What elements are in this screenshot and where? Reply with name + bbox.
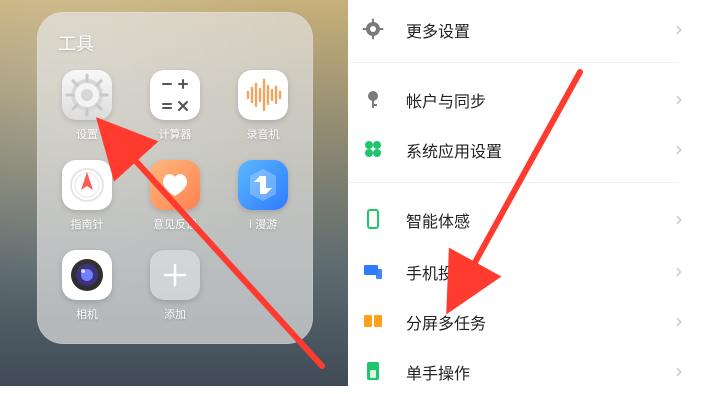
chevron-right-icon: › bbox=[675, 207, 683, 231]
cast-screen-icon bbox=[362, 260, 384, 282]
app-settings[interactable]: 设置 bbox=[47, 70, 127, 162]
key-icon bbox=[362, 88, 384, 110]
one-hand-icon bbox=[362, 360, 384, 382]
settings-item-screen-cast[interactable]: 手机投屏 › bbox=[348, 248, 706, 294]
settings-item-smart-motion[interactable]: 智能体感 › bbox=[348, 196, 706, 242]
chevron-right-icon: › bbox=[675, 309, 683, 333]
calculator-icon bbox=[150, 70, 200, 120]
settings-item-label: 帐户与同步 bbox=[406, 92, 487, 111]
camera-icon bbox=[62, 250, 112, 300]
app-roaming[interactable]: i 漫游 bbox=[223, 160, 303, 252]
app-camera[interactable]: 相机 bbox=[47, 250, 127, 342]
settings-item-split-screen-multitask[interactable]: 分屏多任务 › bbox=[348, 298, 706, 344]
roaming-icon bbox=[238, 160, 288, 210]
app-label: 添加 bbox=[164, 308, 186, 321]
app-label: 指南针 bbox=[70, 218, 104, 231]
chevron-right-icon: › bbox=[675, 359, 683, 383]
app-label: 计算器 bbox=[158, 128, 192, 141]
divider bbox=[348, 182, 678, 183]
settings-item-more-settings[interactable]: 更多设置 › bbox=[348, 6, 706, 52]
chevron-right-icon: › bbox=[675, 17, 683, 41]
home-screen-panel: 工具 设置 计算器 录音机 指南针 意见反馈 i 漫游 相机 添加 bbox=[0, 0, 348, 386]
settings-item-label: 智能体感 bbox=[406, 212, 471, 231]
tools-folder: 工具 设置 计算器 录音机 指南针 意见反馈 i 漫游 相机 添加 bbox=[37, 12, 313, 344]
chevron-right-icon: › bbox=[675, 87, 683, 111]
settings-item-label: 分屏多任务 bbox=[406, 314, 487, 333]
compass-icon bbox=[62, 160, 112, 210]
app-feedback[interactable]: 意见反馈 bbox=[135, 160, 215, 252]
chevron-right-icon: › bbox=[675, 259, 683, 283]
split-screen-icon bbox=[362, 310, 384, 332]
settings-item-account-sync[interactable]: 帐户与同步 › bbox=[348, 76, 706, 122]
recorder-icon bbox=[238, 70, 288, 120]
gear-icon bbox=[362, 18, 384, 40]
phone-outline-icon bbox=[362, 208, 384, 230]
settings-icon bbox=[62, 70, 112, 120]
app-label: i 漫游 bbox=[248, 218, 278, 231]
app-label: 意见反馈 bbox=[153, 218, 197, 231]
divider bbox=[348, 62, 678, 63]
settings-item-one-hand-mode[interactable]: 单手操作 › bbox=[348, 348, 706, 394]
add-icon bbox=[150, 250, 200, 300]
apps-icon bbox=[362, 138, 384, 160]
feedback-icon bbox=[150, 160, 200, 210]
settings-item-label: 更多设置 bbox=[406, 22, 471, 41]
app-compass[interactable]: 指南针 bbox=[47, 160, 127, 252]
app-label: 相机 bbox=[76, 308, 98, 321]
app-calculator[interactable]: 计算器 bbox=[135, 70, 215, 162]
settings-list-panel: 更多设置 › 帐户与同步 › 系统应用设置 › 智能体感 › 手机投屏 › 分屏… bbox=[348, 0, 706, 386]
add-app-tile[interactable]: 添加 bbox=[135, 250, 215, 342]
chevron-right-icon: › bbox=[675, 137, 683, 161]
app-recorder[interactable]: 录音机 bbox=[223, 70, 303, 162]
app-label: 录音机 bbox=[246, 128, 280, 141]
settings-item-label: 手机投屏 bbox=[406, 264, 471, 283]
folder-title: 工具 bbox=[58, 34, 94, 55]
settings-item-label: 单手操作 bbox=[406, 364, 471, 383]
settings-item-system-app-settings[interactable]: 系统应用设置 › bbox=[348, 126, 706, 172]
app-label: 设置 bbox=[76, 128, 98, 141]
settings-item-label: 系统应用设置 bbox=[406, 142, 503, 161]
